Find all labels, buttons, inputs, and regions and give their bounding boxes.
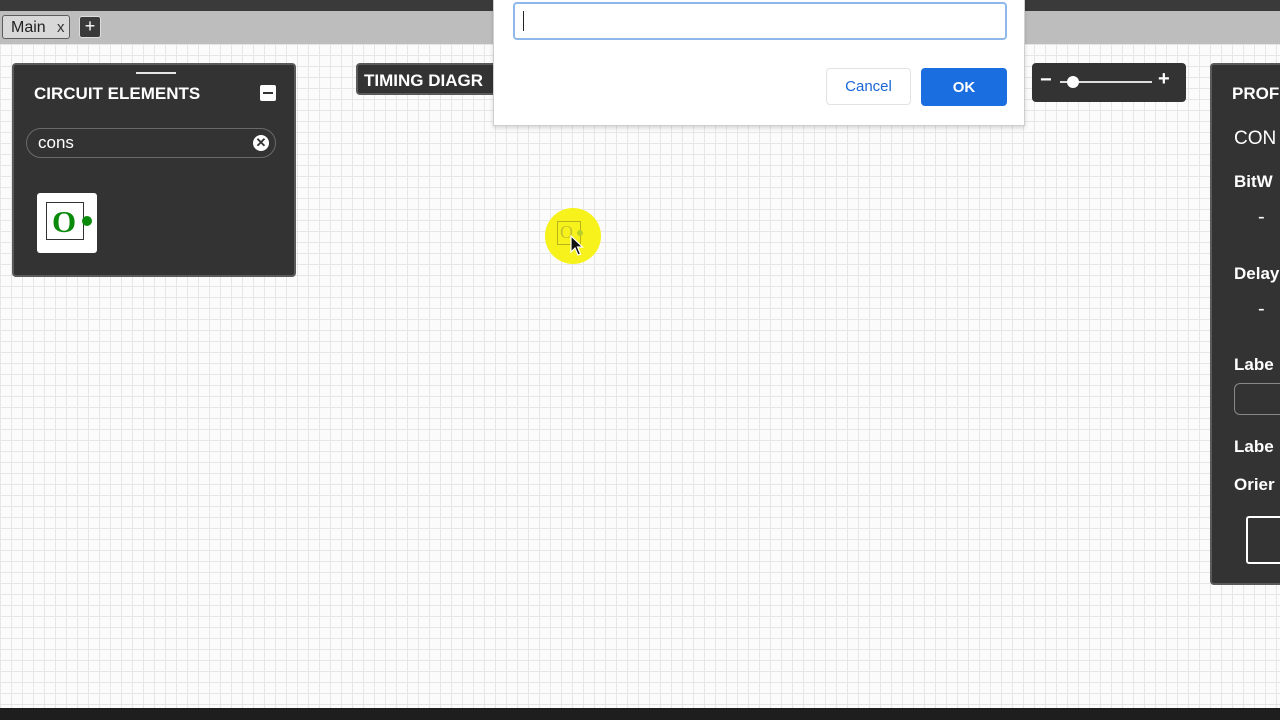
element-name: CON xyxy=(1234,128,1277,149)
tab-close-button[interactable]: x xyxy=(57,19,65,36)
add-tab-button[interactable]: + xyxy=(79,16,101,38)
zoom-in-button[interactable]: + xyxy=(1158,68,1170,91)
bottom-bar xyxy=(0,708,1280,720)
zoom-out-button[interactable]: − xyxy=(1040,69,1052,92)
clear-search-icon[interactable]: ✕ xyxy=(253,135,269,151)
tab-main[interactable]: Main x xyxy=(2,15,70,39)
mouse-cursor-icon xyxy=(570,235,584,256)
tab-main-label: Main xyxy=(11,19,46,36)
bitwidth-decrement-button[interactable]: - xyxy=(1258,206,1265,229)
ok-button[interactable]: OK xyxy=(921,68,1007,106)
delay-label: Delay xyxy=(1234,264,1280,283)
circuit-elements-title: CIRCUIT ELEMENTS xyxy=(34,84,201,103)
element-tile-symbol: O xyxy=(52,204,77,239)
label-direction-label: Labe xyxy=(1234,437,1274,456)
element-search-input[interactable] xyxy=(38,133,238,153)
timing-diagram-panel[interactable]: TIMING DIAGR xyxy=(356,63,506,95)
canvas-constant-element[interactable]: O xyxy=(545,208,601,264)
orientation-label: Orier xyxy=(1234,475,1275,494)
prompt-input[interactable] xyxy=(513,2,1007,40)
constant-value-icon[interactable]: O xyxy=(37,193,97,253)
label-input[interactable] xyxy=(1234,383,1280,415)
circuit-elements-panel: CIRCUIT ELEMENTS ✕ O xyxy=(12,63,296,277)
cancel-button[interactable]: Cancel xyxy=(826,68,911,105)
panel-drag-handle[interactable] xyxy=(136,72,176,74)
output-node-dot xyxy=(82,216,92,226)
label-label: Labe xyxy=(1234,355,1274,374)
timing-diagram-title: TIMING DIAGR xyxy=(364,71,483,90)
delay-decrement-button[interactable]: - xyxy=(1258,298,1265,321)
bitwidth-label: BitW xyxy=(1234,172,1273,191)
zoom-control: − + xyxy=(1032,63,1186,102)
properties-panel: PROF CON BitW - Delay - Labe Labe Orier xyxy=(1210,63,1280,585)
minimize-panel-button[interactable] xyxy=(260,85,276,101)
text-caret xyxy=(523,11,524,31)
orientation-button[interactable] xyxy=(1246,516,1280,564)
zoom-slider-thumb[interactable] xyxy=(1067,76,1079,88)
element-search-box: ✕ xyxy=(26,128,276,158)
prompt-dialog: Cancel OK xyxy=(493,0,1025,126)
properties-title: PROF xyxy=(1232,84,1280,103)
